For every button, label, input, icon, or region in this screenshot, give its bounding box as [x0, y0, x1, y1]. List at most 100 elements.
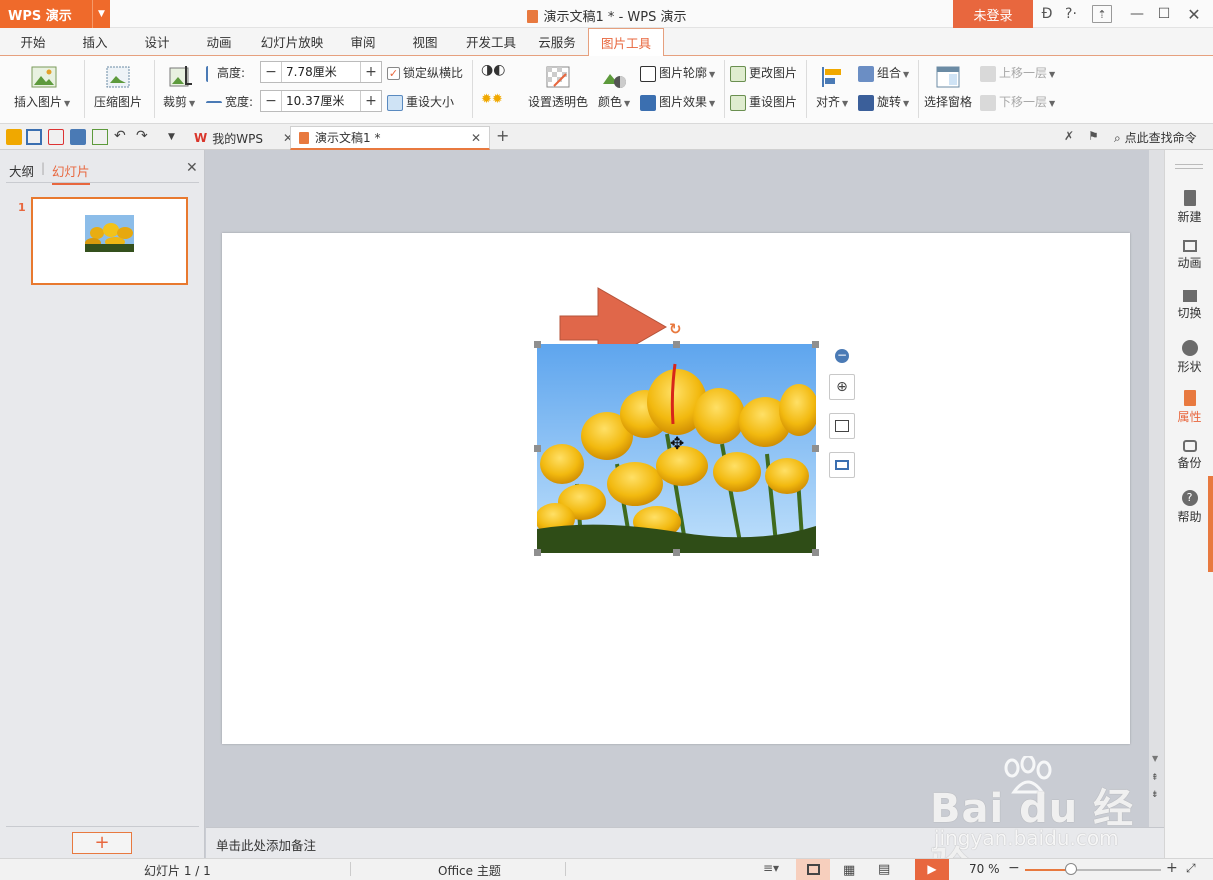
align-icon[interactable] [818, 64, 846, 90]
height-increase-button[interactable]: + [361, 62, 381, 82]
resize-handle[interactable] [673, 549, 680, 556]
tab-slideshow[interactable]: 幻灯片放映 [256, 28, 328, 56]
selection-pane-icon[interactable] [934, 64, 962, 90]
tab-developer[interactable]: 开发工具 [462, 28, 520, 56]
align-button[interactable]: 对齐 ▼ [816, 93, 848, 110]
picture-outline-button[interactable]: 图片轮廓 ▼ [640, 64, 715, 82]
contrast-icon[interactable]: ◑◐ [481, 62, 505, 78]
color-button[interactable]: 颜色 ▼ [598, 93, 630, 110]
zoom-slider-thumb[interactable] [1065, 863, 1077, 875]
height-stepper[interactable]: − 7.78厘米 + [260, 61, 382, 83]
height-input[interactable]: 7.78厘米 [281, 62, 361, 82]
zoom-picture-button[interactable]: ⊕ [829, 374, 855, 400]
tab-view[interactable]: 视图 [400, 28, 450, 56]
panel-transition[interactable]: 切换 [1165, 290, 1213, 321]
save-icon[interactable] [26, 129, 42, 145]
panel-properties[interactable]: 属性 [1165, 390, 1213, 425]
new-tab-icon[interactable]: + [496, 128, 512, 145]
picture-style-button[interactable] [829, 452, 855, 478]
lock-ratio-checkbox[interactable]: ✓ 锁定纵横比 [387, 64, 463, 81]
selection-pane-button[interactable]: 选择窗格 [924, 93, 972, 110]
print-preview-icon[interactable] [92, 129, 108, 145]
height-decrease-button[interactable]: − [261, 62, 281, 82]
tab-home[interactable]: 开始 [8, 28, 58, 56]
picture-effect-button[interactable]: 图片效果 ▼ [640, 93, 715, 111]
compress-picture-button[interactable]: 压缩图片 [94, 93, 142, 110]
slide-sorter-icon[interactable]: ▦ [843, 863, 855, 878]
resize-handle[interactable] [673, 341, 680, 348]
send-backward-button[interactable]: 下移一层 ▼ [980, 93, 1055, 111]
minimize-icon[interactable]: — [1128, 4, 1146, 24]
slide-thumbnail[interactable] [31, 197, 188, 285]
notes-toggle-icon[interactable]: ≡▾ [763, 861, 779, 875]
scroll-down-icon[interactable]: ▼ [1152, 754, 1158, 763]
tab-insert[interactable]: 插入 [70, 28, 120, 56]
rotate-handle-icon[interactable]: ↻ [669, 320, 682, 338]
color-icon[interactable] [600, 64, 628, 90]
upload-icon[interactable]: ⇡ [1092, 5, 1112, 23]
tab-animation[interactable]: 动画 [194, 28, 244, 56]
insert-picture-button[interactable]: 插入图片 ▼ [14, 93, 70, 110]
skin-icon[interactable]: Ð [1037, 4, 1057, 24]
resize-handle[interactable] [812, 549, 819, 556]
tab-picture-tools[interactable]: 图片工具 [588, 28, 664, 57]
panel-help[interactable]: ? 帮助 [1165, 490, 1213, 525]
brightness-icon[interactable]: ✹✹ [481, 92, 503, 107]
resize-handle[interactable] [534, 445, 541, 452]
tab-outline[interactable]: 大纲 [9, 161, 34, 180]
change-picture-button[interactable]: 更改图片 [730, 64, 797, 82]
panel-new[interactable]: 新建 [1165, 190, 1213, 225]
message-icon[interactable]: ⚑ [1088, 129, 1104, 145]
group-button[interactable]: 组合 ▼ [858, 64, 909, 82]
close-icon[interactable]: ✕ [1185, 4, 1203, 24]
set-transparent-button[interactable]: 设置透明色 [528, 93, 588, 110]
close-tab-icon[interactable]: ✕ [471, 131, 481, 145]
width-increase-button[interactable]: + [361, 91, 381, 111]
undo-icon[interactable]: ↶ [114, 129, 130, 145]
print-icon[interactable] [70, 129, 86, 145]
tab-design[interactable]: 设计 [132, 28, 182, 56]
crop-button[interactable]: 裁剪 ▼ [163, 93, 195, 110]
open-icon[interactable] [6, 129, 22, 145]
help-icon[interactable]: ?· [1060, 4, 1082, 24]
width-input[interactable]: 10.37厘米 [281, 91, 361, 111]
resize-handle[interactable] [534, 341, 541, 348]
login-button[interactable]: 未登录 [953, 0, 1033, 28]
tab-review[interactable]: 审阅 [338, 28, 388, 56]
find-command-box[interactable]: ⌕ 点此查找命令 [1114, 129, 1197, 146]
set-transparent-icon[interactable] [544, 64, 572, 90]
doc-tab-my-wps[interactable]: W 我的WPS ✕ [186, 126, 301, 150]
resize-handle[interactable] [812, 445, 819, 452]
reset-picture-button[interactable]: 重设图片 [730, 93, 797, 111]
play-slideshow-button[interactable]: ▶ [915, 859, 949, 880]
customize-dropdown-icon[interactable]: ▼ [168, 129, 184, 145]
collapse-toolbar-icon[interactable]: − [835, 349, 849, 363]
crop-picture-button[interactable] [829, 413, 855, 439]
zoom-in-icon[interactable]: + [1166, 860, 1178, 876]
previous-slide-icon[interactable]: ⇞ [1151, 773, 1159, 783]
add-slide-button[interactable]: + [72, 832, 132, 854]
close-panel-icon[interactable]: ✕ [186, 160, 198, 176]
vertical-scrollbar[interactable]: ▼ ⇞ ⇟ [1149, 150, 1164, 827]
insert-picture-icon[interactable] [30, 64, 58, 90]
panel-backup[interactable]: 备份 [1165, 440, 1213, 471]
doc-tab-presentation[interactable]: 演示文稿1 * ✕ [290, 126, 490, 150]
panel-animation[interactable]: 动画 [1165, 240, 1213, 271]
width-decrease-button[interactable]: − [261, 91, 281, 111]
export-pdf-icon[interactable] [48, 129, 64, 145]
bring-forward-button[interactable]: 上移一层 ▼ [980, 64, 1055, 82]
pin-icon[interactable]: ✗ [1064, 129, 1080, 145]
tab-cloud[interactable]: 云服务 [532, 28, 582, 56]
rotate-button[interactable]: 旋转 ▼ [858, 93, 909, 111]
zoom-level[interactable]: 70 % [969, 862, 1000, 876]
panel-shapes[interactable]: 形状 [1165, 340, 1213, 375]
crop-icon[interactable] [166, 64, 194, 90]
next-slide-icon[interactable]: ⇟ [1151, 790, 1159, 800]
reset-size-button[interactable]: 重设大小 [387, 93, 454, 111]
zoom-out-icon[interactable]: − [1008, 860, 1020, 876]
width-stepper[interactable]: − 10.37厘米 + [260, 90, 382, 112]
resize-handle[interactable] [534, 549, 541, 556]
redo-icon[interactable]: ↷ [136, 129, 152, 145]
maximize-icon[interactable]: ☐ [1155, 4, 1173, 24]
resize-handle[interactable] [812, 341, 819, 348]
